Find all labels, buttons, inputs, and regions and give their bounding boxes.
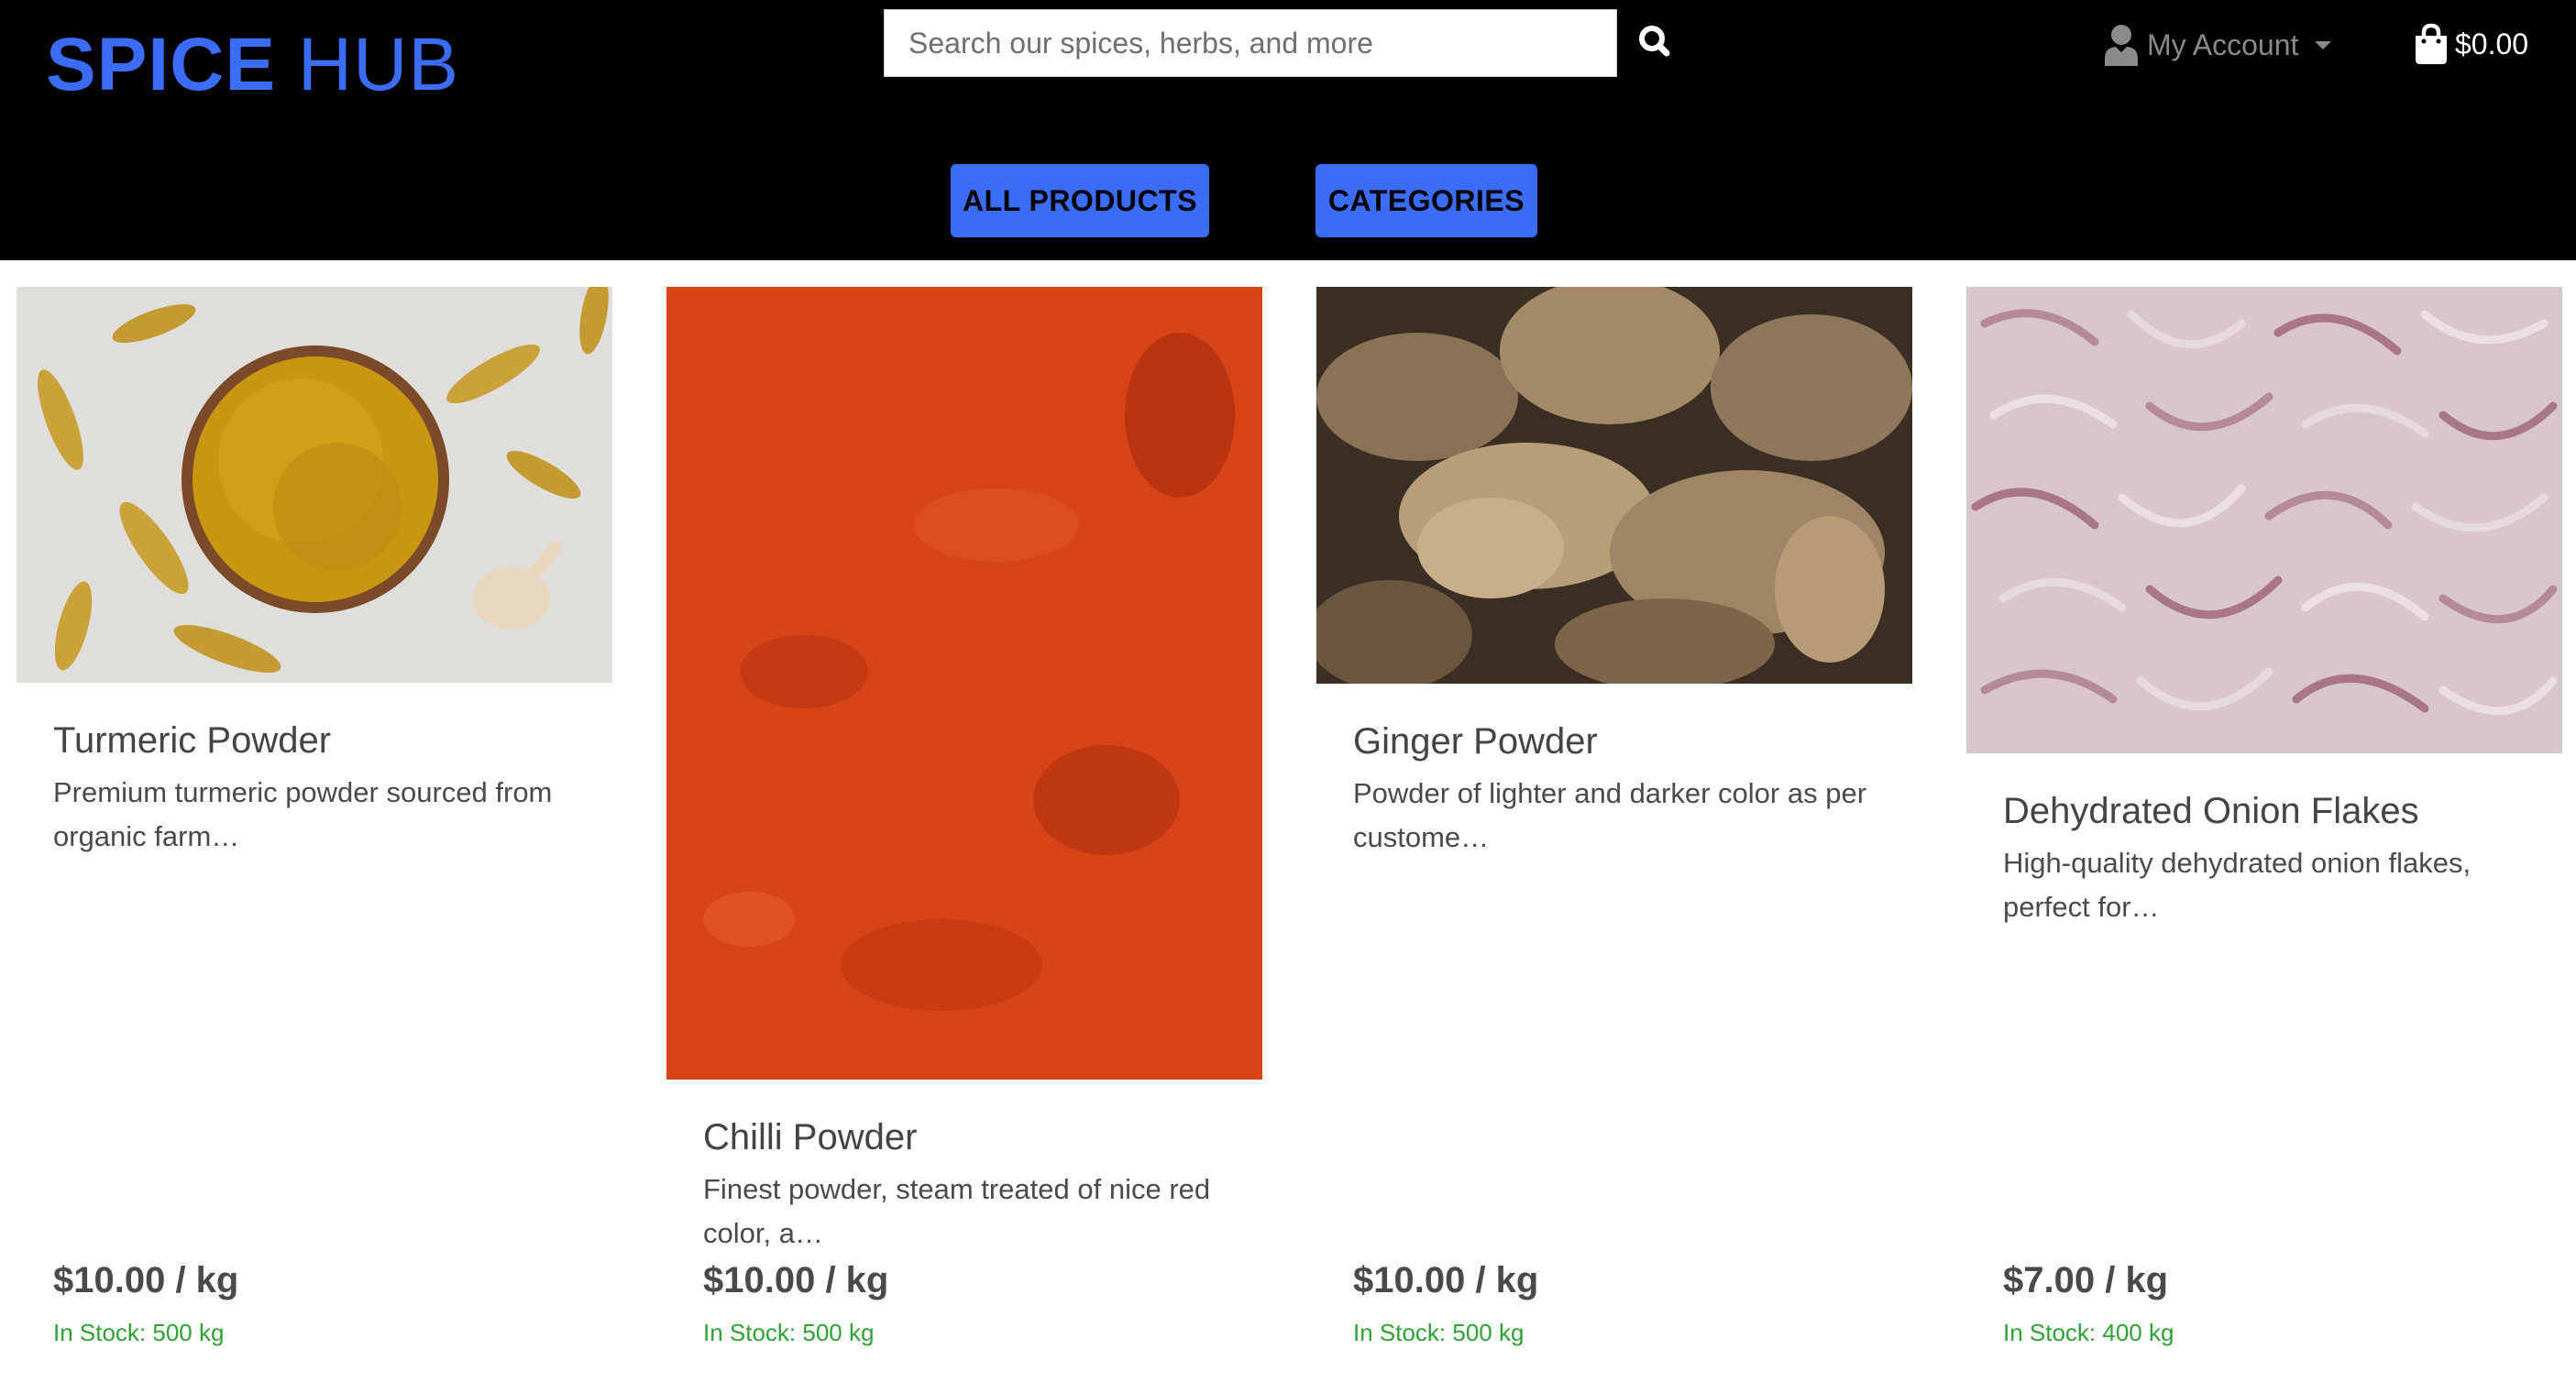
- stock-status: In Stock: 500 kg: [1353, 1319, 1525, 1346]
- product-card[interactable]: Ginger Powder Powder of lighter and dark…: [1316, 287, 1912, 1377]
- product-name[interactable]: Chilli Powder: [703, 1117, 917, 1158]
- shopping-bag-icon: [2416, 23, 2447, 64]
- search-icon: [1639, 26, 1670, 57]
- chevron-down-icon: [2315, 41, 2332, 49]
- site-logo[interactable]: SPICE HUB: [46, 24, 459, 106]
- chilli-powder-image: [666, 287, 1262, 1080]
- cart-total: $0.00: [2455, 27, 2529, 60]
- stock-status: In Stock: 400 kg: [2003, 1319, 2174, 1346]
- product-price: $10.00 / kg: [1353, 1260, 1539, 1300]
- product-price: $7.00 / kg: [2003, 1260, 2169, 1300]
- onion-flakes-image: [1966, 287, 2562, 753]
- site-header: SPICE HUB My Account $0.00 ALL PRODUCTS …: [0, 0, 2576, 260]
- logo-text-hub: HUB: [297, 23, 460, 106]
- product-description: High-quality dehydrated onion flakes, pe…: [2003, 847, 2471, 923]
- product-description: Premium turmeric powder sourced from org…: [53, 776, 553, 852]
- product-image[interactable]: [1966, 287, 2562, 753]
- product-image[interactable]: [17, 287, 612, 683]
- product-card[interactable]: Dehydrated Onion Flakes High-quality deh…: [1966, 287, 2562, 1377]
- user-icon: [2105, 25, 2138, 66]
- my-account-dropdown[interactable]: My Account: [2103, 20, 2332, 70]
- product-price: $10.00 / kg: [53, 1260, 239, 1300]
- cart-button[interactable]: $0.00: [2413, 18, 2528, 70]
- product-description: Powder of lighter and darker color as pe…: [1353, 777, 1867, 853]
- product-name[interactable]: Turmeric Powder: [53, 720, 331, 762]
- categories-button[interactable]: CATEGORIES: [1316, 164, 1537, 237]
- ginger-root-image: [1316, 287, 1912, 684]
- stock-status: In Stock: 500 kg: [703, 1319, 875, 1346]
- search-box: [884, 9, 1617, 77]
- all-products-button[interactable]: ALL PRODUCTS: [951, 164, 1209, 237]
- product-name[interactable]: Dehydrated Onion Flakes: [2003, 791, 2419, 832]
- my-account-label: My Account: [2147, 27, 2299, 61]
- product-card[interactable]: Chilli Powder Finest powder, steam treat…: [666, 287, 1262, 1377]
- product-name[interactable]: Ginger Powder: [1353, 721, 1598, 762]
- logo-text-spice: SPICE: [46, 23, 277, 106]
- product-card[interactable]: Turmeric Powder Premium turmeric powder …: [17, 287, 612, 1377]
- search-button[interactable]: [1632, 18, 1679, 66]
- product-price: $10.00 / kg: [703, 1260, 889, 1300]
- product-image[interactable]: [666, 287, 1262, 1080]
- product-description: Finest powder, steam treated of nice red…: [703, 1173, 1211, 1249]
- turmeric-powder-image: [17, 287, 612, 683]
- product-image[interactable]: [1316, 287, 1912, 684]
- search-input[interactable]: [885, 10, 1616, 76]
- stock-status: In Stock: 500 kg: [53, 1319, 225, 1346]
